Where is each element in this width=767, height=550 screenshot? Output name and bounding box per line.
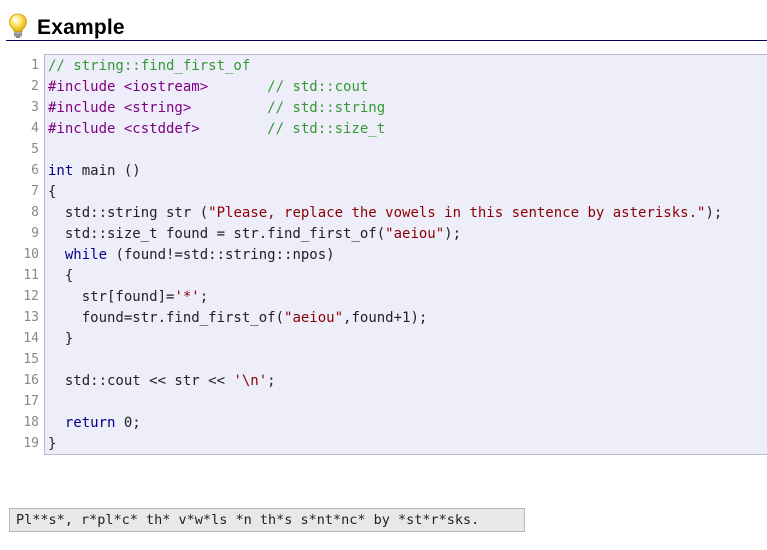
line-number: 7: [31, 184, 39, 199]
code-line: found=str.find_first_of("aeiou",found+1)…: [48, 308, 428, 329]
line-number: 19: [23, 436, 39, 451]
line-number: 15: [23, 352, 39, 367]
code-line: int main (): [48, 161, 141, 182]
line-number: 1: [31, 58, 39, 73]
code-area: // string::find_first_of#include <iostre…: [44, 54, 767, 455]
section-divider: [6, 40, 767, 41]
code-token-plain: str[found]=: [48, 289, 175, 305]
code-line: return 0;: [48, 413, 141, 434]
code-token-preprocessor: <string>: [123, 100, 192, 116]
code-token-comment: // std::size_t: [199, 121, 386, 137]
code-token-plain: 0;: [115, 415, 141, 431]
code-token-string: '\n': [233, 373, 268, 389]
code-token-preprocessor: <cstddef>: [123, 121, 200, 137]
code-token-plain: }: [48, 436, 57, 452]
line-number: 8: [31, 205, 39, 220]
line-number: 11: [23, 268, 39, 283]
line-number-gutter: 1 2 3 4 5 6 7 8 9 10 11 12 13 14 15 16 17 18 19: [0, 54, 44, 456]
code-line: {: [48, 266, 73, 287]
lightbulb-icon: [7, 13, 29, 39]
code-token-plain: {: [48, 184, 57, 200]
code-line: #include <iostream> // std::cout: [48, 77, 368, 98]
code-token-string: "Please, replace the vowels in this sent…: [208, 205, 706, 221]
code-line: while (found!=std::string::npos): [48, 245, 335, 266]
code-token-plain: std::size_t found = str.find_first_of(: [48, 226, 386, 242]
code-line: // string::find_first_of: [48, 56, 250, 77]
line-number: 16: [23, 373, 39, 388]
code-token-string: "aeiou": [284, 310, 344, 326]
code-token-plain: {: [48, 268, 74, 284]
code-line: }: [48, 434, 57, 454]
code-line: std::cout << str << '\n';: [48, 371, 276, 392]
code-line: #include <string> // std::string: [48, 98, 385, 119]
code-token-plain: ;: [267, 373, 276, 389]
code-line: std::string str ("Please, replace the vo…: [48, 203, 722, 224]
program-output: Pl**s*, r*pl*c* th* v*w*ls *n th*s s*nt*…: [9, 508, 525, 532]
line-number: 3: [31, 100, 39, 115]
code-token-plain: (found!=std::string::npos): [107, 247, 335, 263]
line-number: 17: [23, 394, 39, 409]
code-token-plain: ;: [199, 289, 209, 305]
line-number: 10: [23, 247, 39, 262]
output-text: Pl**s*, r*pl*c* th* v*w*ls *n th*s s*nt*…: [16, 512, 480, 528]
line-number: 18: [23, 415, 39, 430]
code-line: {: [48, 182, 56, 203]
code-token-comment: // std::cout: [208, 79, 369, 95]
code-line: std::size_t found = str.find_first_of("a…: [48, 224, 461, 245]
code-token-preprocessor: #include: [48, 121, 124, 137]
code-line: str[found]='*';: [48, 287, 208, 308]
code-token-preprocessor: #include: [48, 100, 124, 116]
code-line: }: [48, 329, 73, 350]
code-token-string: "aeiou": [385, 226, 445, 242]
code-token-preprocessor: <iostream>: [123, 79, 209, 95]
code-token-plain: }: [48, 331, 74, 347]
code-token-plain: found=str.find_first_of(: [48, 310, 285, 326]
code-token-plain: );: [444, 226, 462, 242]
code-token-keyword: int: [48, 163, 74, 179]
line-number: 2: [31, 79, 39, 94]
section-header: Example: [0, 12, 767, 42]
code-token-plain: main (): [73, 163, 141, 179]
code-token-plain: ,found+1);: [343, 310, 428, 326]
line-number: 14: [23, 331, 39, 346]
code-example: 1 2 3 4 5 6 7 8 9 10 11 12 13 14 15 16 17 18 19 // string:…: [0, 54, 767, 456]
code-token-comment: // std::string: [191, 100, 386, 116]
section-title: Example: [37, 16, 125, 39]
line-number: 5: [31, 142, 39, 157]
line-number: 13: [23, 310, 39, 325]
line-number: 9: [31, 226, 39, 241]
code-token-keyword: return: [64, 415, 116, 431]
code-token-plain: );: [705, 205, 723, 221]
line-number: 6: [31, 163, 39, 178]
code-token-string: '*': [174, 289, 200, 305]
code-line: #include <cstddef> // std::size_t: [48, 119, 385, 140]
code-token-comment: // string::find_first_of: [48, 58, 251, 74]
code-token-plain: std::cout << str <<: [48, 373, 234, 389]
line-number: 4: [31, 121, 39, 136]
code-token-preprocessor: #include: [48, 79, 124, 95]
code-token-keyword: while: [64, 247, 108, 263]
code-token-plain: std::string str (: [48, 205, 209, 221]
line-number: 12: [23, 289, 39, 304]
